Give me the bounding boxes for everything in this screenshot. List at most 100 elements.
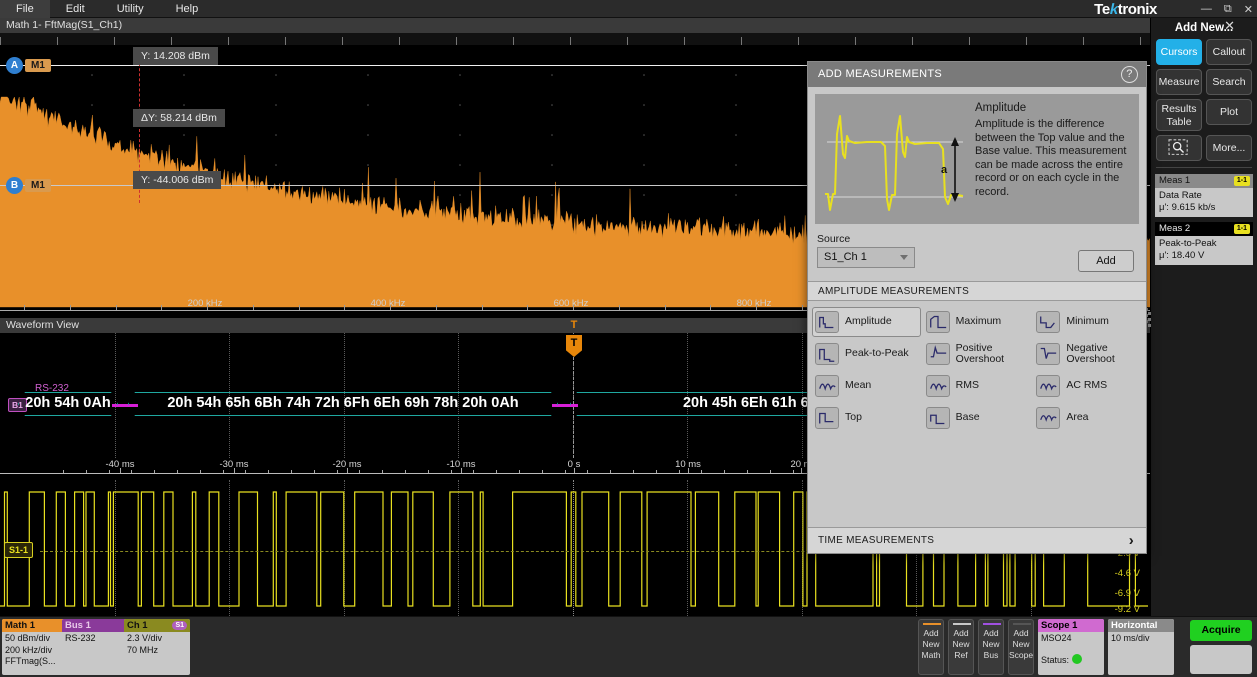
measurement-button-negative-overshoot[interactable]: Negative Overshoot <box>1033 339 1142 369</box>
chevron-right-icon: › <box>1129 528 1134 554</box>
voltage-label: -9.2 V <box>1115 604 1140 615</box>
sidebar-title: Add New... <box>1151 18 1257 39</box>
measurement-button-maximum[interactable]: Maximum <box>923 307 1032 337</box>
measurement-value: μ': 18.40 V <box>1159 250 1249 262</box>
measurement-label: Area <box>1066 412 1088 424</box>
source-label: Source <box>817 233 1137 245</box>
measurement-button-positive-overshoot[interactable]: Positive Overshoot <box>923 339 1032 369</box>
scope-badge[interactable]: Scope 1 MSO24 Status: <box>1038 619 1104 675</box>
logo-pre: Te <box>1094 1 1110 18</box>
channel-badge-s1[interactable]: S1-1 <box>4 542 33 558</box>
sidebar-button-search[interactable]: Search <box>1206 69 1252 95</box>
measurement-button-minimum[interactable]: Minimum <box>1033 307 1142 337</box>
acquire-button[interactable]: Acquire <box>1190 620 1252 641</box>
sidebar-button-more-[interactable]: More... <box>1206 135 1252 161</box>
sidebar-button-label: Measure <box>1159 76 1200 88</box>
measurement-button-rms[interactable]: RMS <box>923 371 1032 401</box>
add-new-scope-button[interactable]: AddNewScope <box>1008 619 1034 675</box>
measurement-label: Amplitude <box>845 316 892 328</box>
waveform-icon <box>926 311 950 333</box>
source-badge-line: FFTmag(S... <box>5 656 65 668</box>
waveform-icon <box>815 311 839 333</box>
waveform-icon <box>1036 311 1060 333</box>
right-sidebar: Add New... Cursors Callout Measure Search Re… <box>1150 18 1257 616</box>
sidebar-button-cursors[interactable]: Cursors <box>1156 39 1202 65</box>
add-new-label: Bus <box>979 650 1003 661</box>
add-new-label: Math <box>919 650 943 661</box>
waveform-icon <box>815 407 839 429</box>
measurement-label: AC RMS <box>1066 380 1107 392</box>
acquire-sub-panel[interactable] <box>1190 645 1252 674</box>
measurement-label: Negative Overshoot <box>1066 343 1139 366</box>
source-badge-math-1[interactable]: Math 150 dBm/div200 kHz/divFFTmag(S... <box>2 619 68 675</box>
measurement-button-peak-to-peak[interactable]: Peak-to-Peak <box>812 339 921 369</box>
measurement-button-ac-rms[interactable]: AC RMS <box>1033 371 1142 401</box>
measurement-button-base[interactable]: Base <box>923 403 1032 433</box>
menu-item-edit[interactable]: Edit <box>50 0 101 18</box>
cursor-a-badge[interactable]: A <box>6 57 23 74</box>
close-icon[interactable]: ✕ <box>1244 3 1253 16</box>
trigger-marker[interactable]: T <box>566 335 582 357</box>
waveform-icon <box>1036 375 1060 397</box>
menu-item-help[interactable]: Help <box>160 0 215 18</box>
source-select[interactable]: S1_Ch 1 <box>817 247 915 268</box>
minimize-icon[interactable]: — <box>1201 3 1212 15</box>
measurement-button-area[interactable]: Area <box>1033 403 1142 433</box>
cursor-b-badge[interactable]: B <box>6 177 23 194</box>
measurement-card[interactable]: Meas 21-1Peak-to-Peakμ': 18.40 V <box>1155 222 1253 265</box>
bus-packet[interactable]: 20h 54h 65h 6Bh 74h 72h 6Fh 6Eh 69h 78h … <box>128 392 558 416</box>
measurement-button-mean[interactable]: Mean <box>812 371 921 401</box>
add-new-bus-button[interactable]: AddNewBus <box>978 619 1004 675</box>
add-new-color-bar <box>923 623 941 625</box>
measurement-button-top[interactable]: Top <box>812 403 921 433</box>
measurement-type: Peak-to-Peak <box>1159 238 1249 250</box>
measurement-card[interactable]: Meas 11-1Data Rateμ': 9.615 kb/s <box>1155 174 1253 217</box>
add-button[interactable]: Add <box>1078 250 1134 272</box>
sidebar-button-label: Search <box>1212 76 1245 88</box>
dialog-scroll-indicator[interactable] <box>1148 312 1152 342</box>
trigger-indicator-small: T <box>567 318 581 333</box>
sidebar-button-plot[interactable]: Plot <box>1206 99 1252 125</box>
horizontal-badge[interactable]: Horizontal 10 ms/div <box>1108 619 1174 675</box>
menu-item-file[interactable]: File <box>0 0 50 18</box>
menu-item-utility[interactable]: Utility <box>101 0 160 18</box>
horizontal-badge-body: 10 ms/div <box>1108 632 1174 646</box>
cursor-a-source-label: M1 <box>25 59 51 72</box>
source-badge-bus-1[interactable]: Bus 1RS-232 <box>62 619 128 675</box>
cursor-b-source-label: M1 <box>25 179 51 192</box>
measurement-label: Minimum <box>1066 316 1109 328</box>
measurement-label: RMS <box>956 380 979 392</box>
source-badge-ch-1[interactable]: Ch 1S12.3 V/div70 MHz <box>124 619 190 675</box>
sidebar-button-label: ResultsTable <box>1161 103 1196 128</box>
add-new-label: Add <box>949 628 973 639</box>
sidebar-button-label: Callout <box>1213 46 1246 58</box>
restore-icon[interactable]: ⧉ <box>1224 3 1232 16</box>
measurement-source-badge: 1-1 <box>1234 224 1250 234</box>
sidebar-measurements: Meas 11-1Data Rateμ': 9.615 kb/sMeas 21-… <box>1151 174 1257 265</box>
time-measurements-section[interactable]: TIME MEASUREMENTS › <box>808 527 1146 553</box>
bus-packet[interactable]: 20h 54h 0Ah <box>18 392 118 416</box>
measurement-button-amplitude[interactable]: Amplitude <box>812 307 921 337</box>
sidebar-button-measure[interactable]: Measure <box>1156 69 1202 95</box>
zoom-select-icon[interactable] <box>1156 135 1202 161</box>
add-measurements-dialog[interactable]: ADD MEASUREMENTS ? a Amplitude Amplitude… <box>807 61 1147 554</box>
source-badge-name: Math 1 <box>5 620 35 631</box>
sidebar-button-callout[interactable]: Callout <box>1206 39 1252 65</box>
math-view-title: Math 1- FftMag(S1_Ch1) <box>0 18 1150 33</box>
status-label: Status: <box>1041 655 1069 665</box>
help-icon[interactable]: ? <box>1121 66 1138 83</box>
horizontal-name: Horizontal <box>1111 620 1157 631</box>
measurement-card-header: Meas 11-1 <box>1155 174 1253 188</box>
measurement-label: Maximum <box>956 316 1002 328</box>
add-new-math-button[interactable]: AddNewMath <box>918 619 944 675</box>
sidebar-button-results-table[interactable]: ResultsTable <box>1156 99 1202 131</box>
measurement-label: Top <box>845 412 862 424</box>
source-badge-pill: S1 <box>172 621 187 630</box>
waveform-icon <box>1036 343 1060 365</box>
preview-text-block: Amplitude Amplitude is the difference be… <box>975 94 1139 224</box>
source-badge-header: Math 1 <box>2 619 68 632</box>
add-new-ref-button[interactable]: AddNewRef <box>948 619 974 675</box>
source-value: S1_Ch 1 <box>824 251 867 263</box>
sidebar-button-label: Plot <box>1220 106 1238 118</box>
math-view-close-icon[interactable]: ✕ <box>1224 18 1235 33</box>
